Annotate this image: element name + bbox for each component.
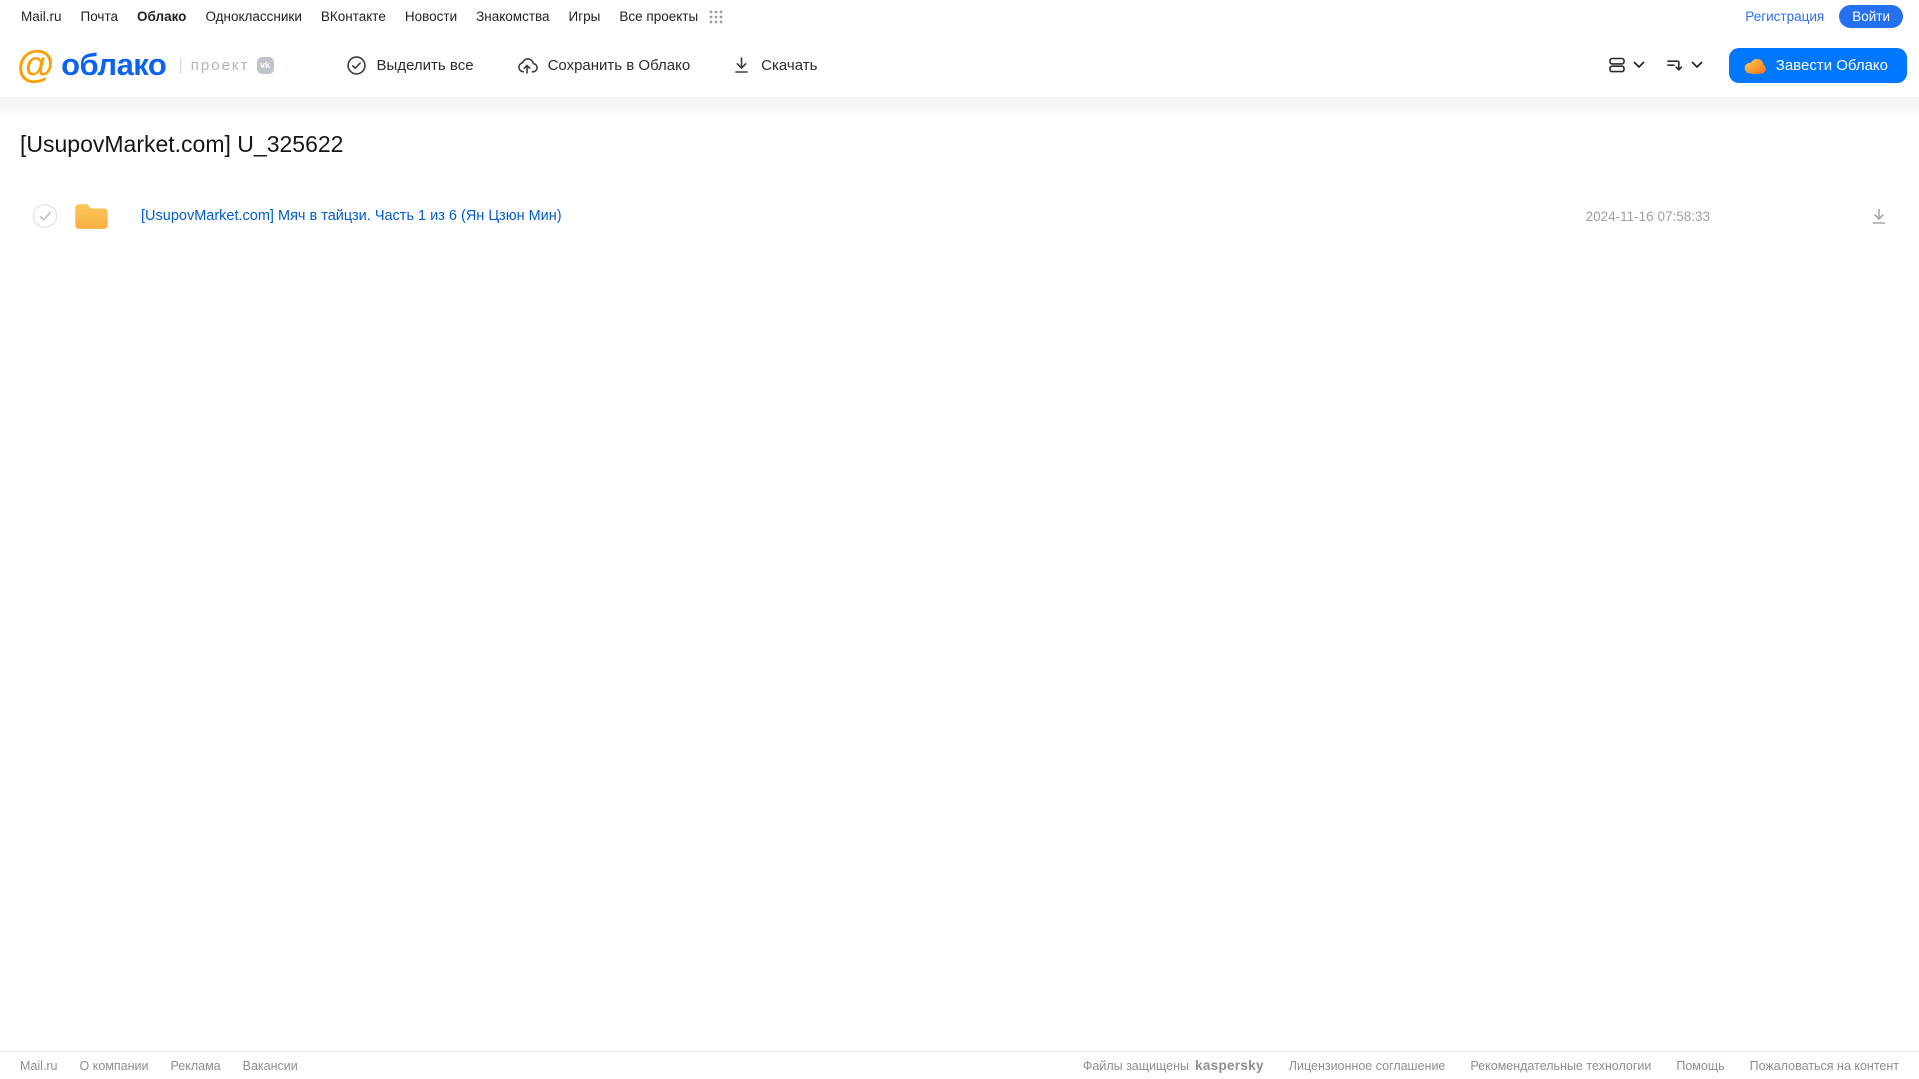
protected-label: Файлы защищены: [1082, 1058, 1190, 1073]
footer-link-report[interactable]: Пожаловаться на контент: [1750, 1059, 1899, 1073]
row-download-icon[interactable]: [1870, 207, 1888, 226]
nav-novosti[interactable]: Новости: [405, 9, 457, 24]
nav-pochta[interactable]: Почта: [81, 9, 119, 24]
toolbar: Выделить все Сохранить в Облако Скачать: [346, 55, 817, 76]
footer-right-links: Файлы защищены kaspersky Лицензионное со…: [1083, 1058, 1899, 1073]
nav-vse-proekty[interactable]: Все проекты: [619, 9, 698, 24]
main-content: [UsupovMarket.com] U_325622 [UsupovMarke…: [0, 131, 1919, 244]
footer-link-mailru[interactable]: Mail.ru: [20, 1059, 58, 1073]
footer-link-recommendations[interactable]: Рекомендательные технологии: [1470, 1059, 1651, 1073]
kaspersky-protected: Файлы защищены kaspersky: [1083, 1058, 1264, 1073]
download-button[interactable]: Скачать: [732, 55, 817, 75]
nav-oblako[interactable]: Облако: [137, 9, 186, 24]
cloud-upload-icon: [516, 55, 538, 76]
apps-grid-icon[interactable]: [709, 10, 723, 24]
save-to-cloud-label: Сохранить в Облако: [547, 56, 691, 74]
download-label: Скачать: [761, 56, 818, 74]
view-list-icon: [1607, 55, 1627, 75]
logo-wordmark: облако: [61, 47, 167, 82]
file-list: [UsupovMarket.com] Мяч в тайцзи. Часть 1…: [0, 188, 1919, 244]
save-to-cloud-button[interactable]: Сохранить в Облако: [516, 55, 691, 76]
chevron-down-icon: [1691, 61, 1703, 69]
footer-link-ads[interactable]: Реклама: [170, 1059, 220, 1073]
project-label: проект: [190, 56, 250, 74]
header-shadow: [0, 97, 1919, 119]
footer-link-about[interactable]: О компании: [80, 1059, 149, 1073]
kaspersky-logo[interactable]: kaspersky: [1195, 1058, 1264, 1073]
cloud-header: @ облако | проект vk Выделить все Сохран…: [0, 33, 1919, 97]
sort-icon: [1665, 55, 1685, 75]
nav-mailru[interactable]: Mail.ru: [21, 9, 62, 24]
chevron-down-icon: [1633, 61, 1645, 69]
row-checkbox[interactable]: [33, 204, 57, 228]
footer-link-help[interactable]: Помощь: [1676, 1059, 1724, 1073]
cloud-blob-icon: [1743, 57, 1766, 74]
select-all-button[interactable]: Выделить все: [346, 55, 474, 76]
sort-dropdown[interactable]: [1665, 55, 1703, 75]
login-button[interactable]: Войти: [1839, 5, 1903, 28]
nav-znakomstva[interactable]: Знакомства: [476, 9, 549, 24]
register-link[interactable]: Регистрация: [1745, 9, 1824, 24]
nav-igry[interactable]: Игры: [569, 9, 601, 24]
download-icon: [732, 55, 751, 75]
mailru-at-icon: @: [17, 43, 55, 86]
nav-odnoklassniki[interactable]: Одноклассники: [205, 9, 301, 24]
footer-link-license[interactable]: Лицензионное соглашение: [1289, 1059, 1446, 1073]
nav-vkontakte[interactable]: ВКонтакте: [321, 9, 386, 24]
cloud-logo[interactable]: @ облако | проект vk: [17, 43, 274, 86]
file-name-link[interactable]: [UsupovMarket.com] Мяч в тайцзи. Часть 1…: [141, 208, 562, 224]
vk-icon: vk: [256, 56, 274, 74]
portal-navbar: Mail.ru Почта Облако Одноклассники ВКонт…: [0, 0, 1919, 33]
page-title: [UsupovMarket.com] U_325622: [20, 131, 344, 157]
check-circle-icon: [346, 55, 367, 76]
footer: Mail.ru О компании Реклама Вакансии Файл…: [0, 1051, 1919, 1079]
footer-link-jobs[interactable]: Вакансии: [243, 1059, 298, 1073]
view-mode-dropdown[interactable]: [1607, 55, 1645, 75]
header-right-controls: Завести Облако: [1607, 47, 1907, 83]
file-row[interactable]: [UsupovMarket.com] Мяч в тайцзи. Часть 1…: [0, 188, 1919, 244]
footer-left-links: Mail.ru О компании Реклама Вакансии: [20, 1059, 298, 1073]
logo-separator: |: [178, 55, 183, 74]
folder-icon[interactable]: [73, 201, 110, 232]
get-cloud-label: Завести Облако: [1775, 56, 1888, 74]
get-cloud-button[interactable]: Завести Облако: [1728, 47, 1907, 83]
auth-area: Регистрация Войти: [1745, 5, 1903, 28]
select-all-label: Выделить все: [376, 56, 474, 74]
file-date: 2024-11-16 07:58:33: [1585, 208, 1710, 224]
